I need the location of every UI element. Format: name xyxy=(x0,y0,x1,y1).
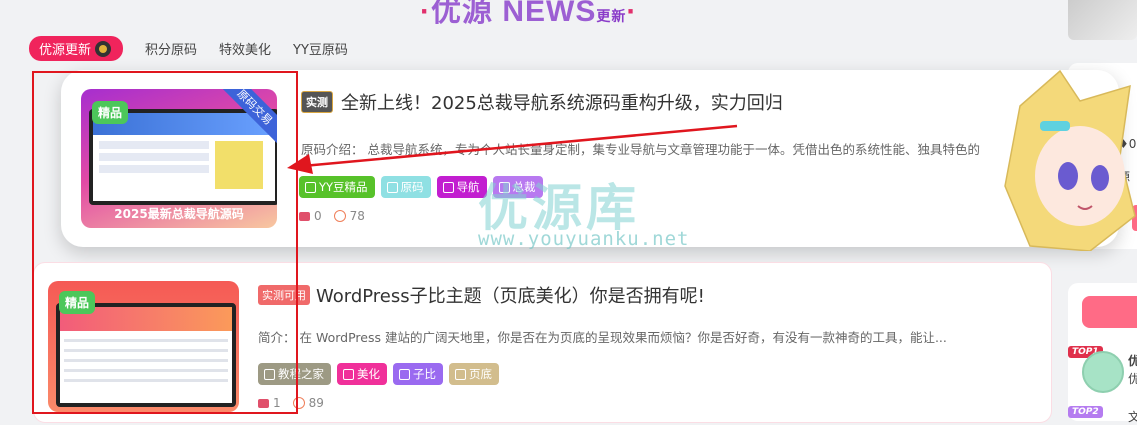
hot-icon xyxy=(95,40,112,57)
post-stats: 0 78 xyxy=(299,209,365,223)
sidebar-ranking-button[interactable] xyxy=(1082,296,1137,328)
tab-youyuan-update[interactable]: 优源更新 xyxy=(29,36,124,61)
page-title: ·优源 NEWS更新· xyxy=(420,0,638,28)
cube-icon xyxy=(455,368,466,380)
tag-chip[interactable]: 子比 xyxy=(393,363,443,385)
tag-chip[interactable]: 美化 xyxy=(337,363,387,385)
comment-count: 0 xyxy=(299,209,322,223)
cube-icon xyxy=(442,181,454,193)
tab-effects[interactable]: 特效美化 xyxy=(219,39,271,58)
cube-icon xyxy=(343,368,354,380)
avatar[interactable] xyxy=(1082,351,1124,393)
tested-label: 实测 xyxy=(301,91,333,113)
post-title[interactable]: 实测 全新上线！2025总裁导航系统源码重构升级，实力回归 xyxy=(301,89,783,115)
annotation-box xyxy=(32,71,298,414)
cube-icon xyxy=(386,181,398,193)
watermark-url: www.youyuanku.net xyxy=(478,228,690,250)
tab-yydou-code[interactable]: YY豆原码 xyxy=(293,39,348,58)
ranking-item-title[interactable]: 优 xyxy=(1128,352,1137,369)
post-title-link[interactable]: 全新上线！2025总裁导航系统源码重构升级，实力回归 xyxy=(341,89,783,115)
view-count: 78 xyxy=(333,209,365,223)
top2-badge: TOP2 xyxy=(1068,406,1103,418)
ranking-item-title-2[interactable]: 文 xyxy=(1128,408,1137,425)
post-title[interactable]: 实测可用 WordPress子比主题（页底美化）你是否拥有呢! xyxy=(258,282,705,308)
post-excerpt: 简介： 在 WordPress 建站的广阔天地里，你是否在为页底的呈现效果而烦恼… xyxy=(258,330,947,345)
tag-chip[interactable]: 原码 xyxy=(380,176,431,198)
tab-points-code[interactable]: 积分原码 xyxy=(145,39,197,58)
view-icon xyxy=(333,210,346,222)
cube-icon xyxy=(305,181,316,193)
sidebar-image xyxy=(1068,0,1137,40)
post-title-link[interactable]: WordPress子比主题（页底美化）你是否拥有呢! xyxy=(316,282,705,308)
tag-chip[interactable]: YY豆精品 xyxy=(299,176,375,198)
tag-chip[interactable]: 页底 xyxy=(449,363,499,385)
cube-icon xyxy=(399,368,410,380)
comment-icon xyxy=(299,211,310,221)
mascot-illustration xyxy=(1004,69,1136,251)
ranking-item-meta: 优 xyxy=(1128,372,1137,386)
category-tabs: 优源更新 积分原码 特效美化 YY豆原码 xyxy=(29,36,348,61)
annotation-arrow xyxy=(287,124,738,174)
